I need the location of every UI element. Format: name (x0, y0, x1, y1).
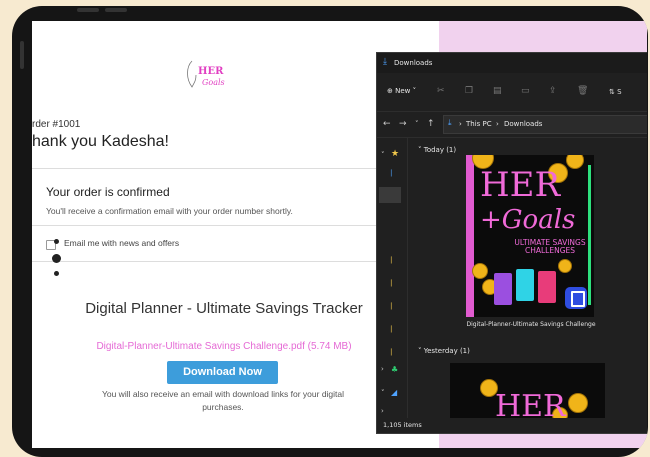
email-optin-label[interactable]: Email me with news and offers (64, 238, 179, 248)
thumbnail-title: HER (495, 389, 566, 418)
thumbnail-pink-bar (466, 155, 474, 317)
confirmation-message: You'll receive a confirmation email with… (46, 206, 293, 216)
address-bar-row: ← → ˅ ↑ ⤓ › This PC › Downloads (377, 111, 647, 138)
brand-logo: HER Goals (187, 60, 225, 88)
new-button[interactable]: ⊕ New ˅ (387, 87, 416, 95)
sort-button[interactable]: ⇅ S (609, 88, 622, 96)
group-label: Today (1) (423, 146, 457, 154)
order-number: rder #1001 (32, 119, 81, 130)
chevron-right-icon[interactable]: › (381, 407, 384, 415)
chevron-down-icon[interactable]: ˅ (381, 151, 385, 159)
new-button-label: New (395, 87, 411, 95)
thumbnail-subtitle: ULTIMATE SAVINGS CHALLENGES (514, 238, 586, 255)
copy-icon[interactable]: ❐ (465, 86, 473, 96)
file-thumbnail[interactable]: HER +Goals ULTIMATE SAVINGS CHALLENGES (466, 155, 594, 317)
file-name[interactable]: Digital-Planner-Ultimate Savings Challen… (438, 321, 624, 328)
nav-selected-item[interactable] (379, 187, 401, 203)
camera-dot (54, 239, 59, 244)
cut-icon[interactable]: ✂ (437, 86, 445, 96)
window-title: Downloads (394, 59, 433, 67)
order-confirmed-card: Your order is confirmed You'll receive a… (32, 168, 397, 262)
envelope-icon (538, 271, 556, 303)
envelope-icon (516, 269, 534, 301)
folder-icon[interactable]: ▏ (391, 326, 396, 333)
folder-icon[interactable]: ▏ (391, 303, 396, 310)
item-count: 1,105 items (383, 421, 422, 429)
coin-icon (472, 263, 488, 279)
tablet-top-button (105, 8, 127, 12)
svg-text:Goals: Goals (202, 78, 225, 87)
forward-icon[interactable]: → (399, 119, 407, 129)
folder-icon[interactable]: ▏ (391, 257, 396, 264)
tablet-frame: HER Goals rder #1001 hank you Kadesha! Y… (12, 6, 648, 457)
share-icon[interactable]: ⇪ (549, 86, 557, 96)
address-bar[interactable]: ⤓ › This PC › Downloads (443, 115, 647, 134)
breadcrumb-downloads[interactable]: Downloads (504, 120, 542, 128)
explorer-toolbar: ⊕ New ˅ ✂ ❐ ▤ ▭ ⇪ 🗑 ⇅ S (377, 73, 647, 112)
group-header-yesterday[interactable]: ˅ Yesterday (1) (418, 347, 470, 355)
order-confirmed-heading: Your order is confirmed (46, 185, 170, 199)
tablet-screen: HER Goals rder #1001 hank you Kadesha! Y… (32, 21, 647, 448)
download-email-note: You will also receive an email with down… (101, 389, 345, 412)
folder-icon[interactable]: ▏ (391, 280, 396, 287)
download-icon: ⤓ (383, 57, 387, 67)
sort-label: S (617, 88, 622, 96)
camera-dot (54, 271, 59, 276)
rename-icon[interactable]: ▭ (521, 86, 530, 96)
download-file-link[interactable]: Digital-Planner-Ultimate Savings Challen… (54, 341, 394, 352)
thumbnail-script: +Goals (480, 205, 576, 235)
file-list: ˅ Today (1) HER +Goals ULTIMATE SAVINGS … (408, 137, 647, 418)
product-title: Digital Planner - Ultimate Savings Track… (85, 300, 363, 317)
downloads-folder-icon: ⤓ (448, 118, 452, 127)
breadcrumb-this-pc[interactable]: This PC (466, 120, 492, 128)
file-thumbnail[interactable]: HER (450, 363, 605, 418)
thumbnail-title: HER (480, 165, 561, 205)
recent-locations-icon[interactable]: ˅ (415, 120, 419, 128)
chevron-down-icon[interactable]: ˅ (381, 389, 385, 397)
coin-icon (558, 259, 572, 273)
onedrive-icon[interactable]: ♣ (391, 365, 398, 374)
delete-icon[interactable]: 🗑 (577, 86, 588, 96)
folder-icon[interactable]: ▏ (391, 349, 396, 356)
up-icon[interactable]: ↑ (427, 119, 435, 129)
camera-lens (52, 254, 61, 263)
group-label: Yesterday (1) (423, 347, 470, 355)
envelope-icon (494, 273, 512, 305)
file-explorer-window: ⤓ Downloads ⊕ New ˅ ✂ ❐ ▤ ▭ ⇪ 🗑 ⇅ S ← → … (376, 52, 647, 434)
coin-icon (566, 155, 584, 169)
chevron-right-icon[interactable]: › (381, 365, 384, 373)
tablet-side-button (20, 41, 24, 69)
coin-icon (568, 393, 588, 413)
nav-item-icon[interactable]: ▏ (391, 170, 396, 177)
divider (32, 225, 396, 226)
explorer-title-bar: ⤓ Downloads (377, 53, 647, 73)
app-badge-icon (565, 287, 587, 309)
thumbnail-green-bar (588, 165, 591, 305)
status-bar: 1,105 items (377, 418, 647, 433)
svg-text:HER: HER (198, 66, 224, 77)
back-icon[interactable]: ← (383, 119, 391, 129)
group-header-today[interactable]: ˅ Today (1) (418, 146, 456, 154)
thank-you-heading: hank you Kadesha! (32, 133, 169, 150)
navigation-pane: ˅ ★ ▏ ▏ ▏ ▏ ▏ ▏ › ♣ ˅ ◢ › (377, 137, 408, 418)
this-pc-icon[interactable]: ◢ (391, 388, 397, 397)
download-now-button[interactable]: Download Now (167, 361, 278, 384)
tablet-top-button (77, 8, 99, 12)
paste-icon[interactable]: ▤ (493, 86, 502, 96)
quick-access-star-icon[interactable]: ★ (391, 149, 399, 159)
